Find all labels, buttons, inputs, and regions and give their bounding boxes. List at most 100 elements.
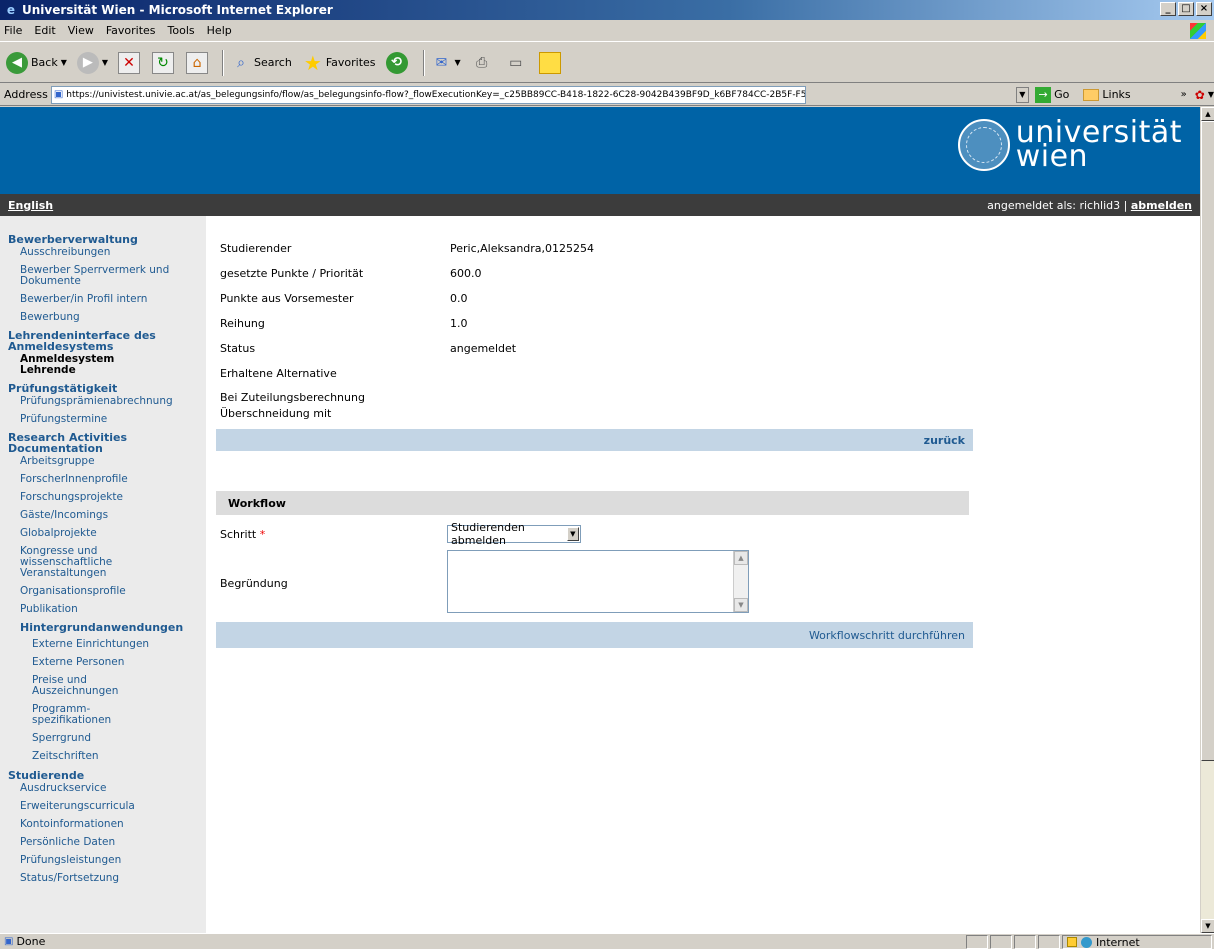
sidebar-item[interactable]: Organisationsprofile — [20, 586, 206, 597]
back-button[interactable]: ◀ Back ▼ — [4, 48, 69, 78]
menu-tools[interactable]: Tools — [168, 24, 195, 37]
close-button[interactable]: × — [1196, 2, 1212, 16]
sidebar-subitem[interactable]: Zeitschriften — [32, 751, 206, 762]
sidebar-item[interactable]: ForscherInnenprofile — [20, 474, 206, 485]
sidebar-item[interactable]: Prüfungsleistungen — [20, 855, 206, 866]
workflow-submit-bar: Workflowschritt durchführen — [216, 622, 973, 648]
maximize-button[interactable]: □ — [1178, 2, 1194, 16]
sidebar-item[interactable]: Bewerber Sperrvermerk und Dokumente — [20, 265, 190, 287]
reason-textarea[interactable]: ▲ ▼ — [447, 550, 749, 613]
address-dropdown-button[interactable]: ▼ — [1015, 86, 1030, 103]
toolbar-addon-icon[interactable]: ✿ — [1195, 88, 1205, 102]
sidebar-item[interactable]: Prüfungsprämienabrechnung — [20, 396, 206, 407]
scrollbar-thumb[interactable] — [1201, 121, 1214, 761]
menu-favorites[interactable]: Favorites — [106, 24, 156, 37]
detail-label: Status — [220, 342, 256, 355]
search-button[interactable]: ⌕ Search — [228, 48, 294, 78]
scroll-down-icon[interactable]: ▼ — [1201, 919, 1214, 933]
menu-file[interactable]: File — [4, 24, 22, 37]
minimize-button[interactable]: _ — [1160, 2, 1176, 16]
zone-label: Internet — [1096, 935, 1140, 949]
messenger-button[interactable] — [537, 48, 565, 78]
home-button[interactable]: ⌂ — [184, 48, 212, 78]
textarea-scrollbar[interactable]: ▲ ▼ — [733, 551, 748, 612]
refresh-button[interactable]: ↻ — [150, 48, 178, 78]
chevron-right-icon[interactable]: » — [1181, 89, 1187, 100]
sidebar-item[interactable]: Erweiterungscurricula — [20, 801, 206, 812]
logout-link[interactable]: abmelden — [1131, 199, 1192, 212]
sidebar-item-active[interactable]: Anmeldesystem Lehrende — [20, 354, 130, 376]
sidebar-section-studierende[interactable]: Studierende — [8, 770, 206, 781]
sidebar-subitem[interactable]: Programm-spezifikationen — [32, 704, 132, 726]
links-button[interactable]: Links — [1083, 88, 1131, 101]
detail-value: angemeldet — [450, 342, 517, 355]
stop-button[interactable]: ✕ — [116, 48, 144, 78]
university-logo: universität wien — [957, 118, 1182, 172]
logged-in-as: angemeldet als: richlid3 | — [987, 198, 1128, 212]
sidebar-section-bewerberverwaltung[interactable]: Bewerberverwaltung — [8, 234, 206, 245]
sidebar-item[interactable]: Bewerber/in Profil intern — [20, 294, 206, 305]
refresh-icon: ↻ — [152, 51, 175, 74]
sidebar-item[interactable]: Forschungsprojekte — [20, 492, 206, 503]
address-input[interactable]: ▣ https://univistest.univie.ac.at/as_bel… — [50, 85, 806, 104]
sidebar-section-research[interactable]: Research Activities Documentation — [8, 432, 158, 454]
back-label: Back — [31, 56, 58, 69]
sidebar-item[interactable]: Kontoinformationen — [20, 819, 206, 830]
history-button[interactable]: ⟲ — [384, 48, 413, 78]
step-label: Schritt * — [220, 528, 265, 541]
workflow-step-select[interactable]: Studierenden abmelden ▼ — [447, 521, 581, 547]
sidebar-subitem[interactable]: Sperrgrund — [32, 733, 206, 744]
sidebar-section-pruefungstaetigkeit[interactable]: Prüfungstätigkeit — [8, 383, 206, 394]
sidebar-item[interactable]: Prüfungstermine — [20, 414, 206, 425]
menu-help[interactable]: Help — [207, 24, 232, 37]
forward-button[interactable]: ▶ ▼ — [75, 48, 110, 78]
university-seal-icon — [957, 119, 1010, 171]
sidebar-subheading-hintergrund[interactable]: Hintergrundanwendungen — [20, 622, 206, 633]
edit-button[interactable]: ▭ — [503, 48, 531, 78]
detail-value: 0.0 — [450, 292, 468, 305]
sidebar-item[interactable]: Bewerbung — [20, 312, 206, 323]
favorites-button[interactable]: ★ Favorites — [300, 48, 378, 78]
back-dropdown-icon[interactable]: ▼ — [61, 58, 67, 67]
back-link[interactable]: zurück — [924, 434, 965, 447]
sidebar-item[interactable]: Persönliche Daten — [20, 837, 206, 848]
address-label: Address — [4, 88, 48, 101]
menu-edit[interactable]: Edit — [34, 24, 55, 37]
search-label: Search — [254, 56, 292, 69]
window-controls: _ □ × — [1160, 2, 1212, 16]
print-button[interactable]: ⎙ — [469, 48, 497, 78]
menu-view[interactable]: View — [68, 24, 94, 37]
chevron-down-icon[interactable]: ▼ — [566, 527, 579, 541]
toolbar-separator-2 — [422, 49, 425, 76]
sidebar-subitem[interactable]: Externe Einrichtungen — [32, 639, 206, 650]
sidebar-subitem[interactable]: Externe Personen — [32, 657, 206, 668]
scroll-up-icon[interactable]: ▲ — [1201, 107, 1214, 121]
workflow-submit-link[interactable]: Workflowschritt durchführen — [809, 629, 965, 642]
sidebar-item[interactable]: Arbeitsgruppe — [20, 456, 206, 467]
page-scrollbar[interactable]: ▲ ▼ — [1200, 107, 1214, 933]
status-panels: Internet — [966, 935, 1214, 949]
sidebar-item[interactable]: Publikation — [20, 604, 206, 615]
forward-dropdown-icon[interactable]: ▼ — [102, 58, 108, 67]
scroll-up-icon[interactable]: ▲ — [734, 551, 748, 565]
edit-icon: ▭ — [509, 54, 523, 71]
sidebar-item[interactable]: Ausdruckservice — [20, 783, 206, 794]
sidebar-item[interactable]: Ausschreibungen — [20, 247, 206, 258]
sidebar-item[interactable]: Kongresse und wissenschaftliche Veransta… — [20, 546, 150, 579]
addon-dropdown-icon[interactable]: ▼ — [1208, 90, 1214, 99]
mail-button[interactable]: ✉ ▼ — [429, 48, 463, 78]
status-panel — [1038, 935, 1060, 949]
windows-logo-icon — [1190, 23, 1206, 39]
sidebar: Bewerberverwaltung Ausschreibungen Bewer… — [0, 216, 206, 933]
scroll-down-icon[interactable]: ▼ — [734, 598, 748, 612]
detail-label: gesetzte Punkte / Priorität — [220, 267, 364, 280]
go-button[interactable]: → Go — [1035, 86, 1069, 103]
status-text: Done — [16, 935, 46, 948]
sidebar-item[interactable]: Globalprojekte — [20, 528, 206, 539]
sidebar-item[interactable]: Status/Fortsetzung — [20, 873, 206, 884]
sidebar-item[interactable]: Gäste/Incomings — [20, 510, 206, 521]
sidebar-subitem[interactable]: Preise und Auszeichnungen — [32, 675, 142, 697]
sidebar-section-lehrendeninterface[interactable]: Lehrendeninterface des Anmeldesystems — [8, 330, 188, 352]
language-link[interactable]: English — [8, 199, 53, 212]
mail-dropdown-icon[interactable]: ▼ — [455, 58, 461, 67]
